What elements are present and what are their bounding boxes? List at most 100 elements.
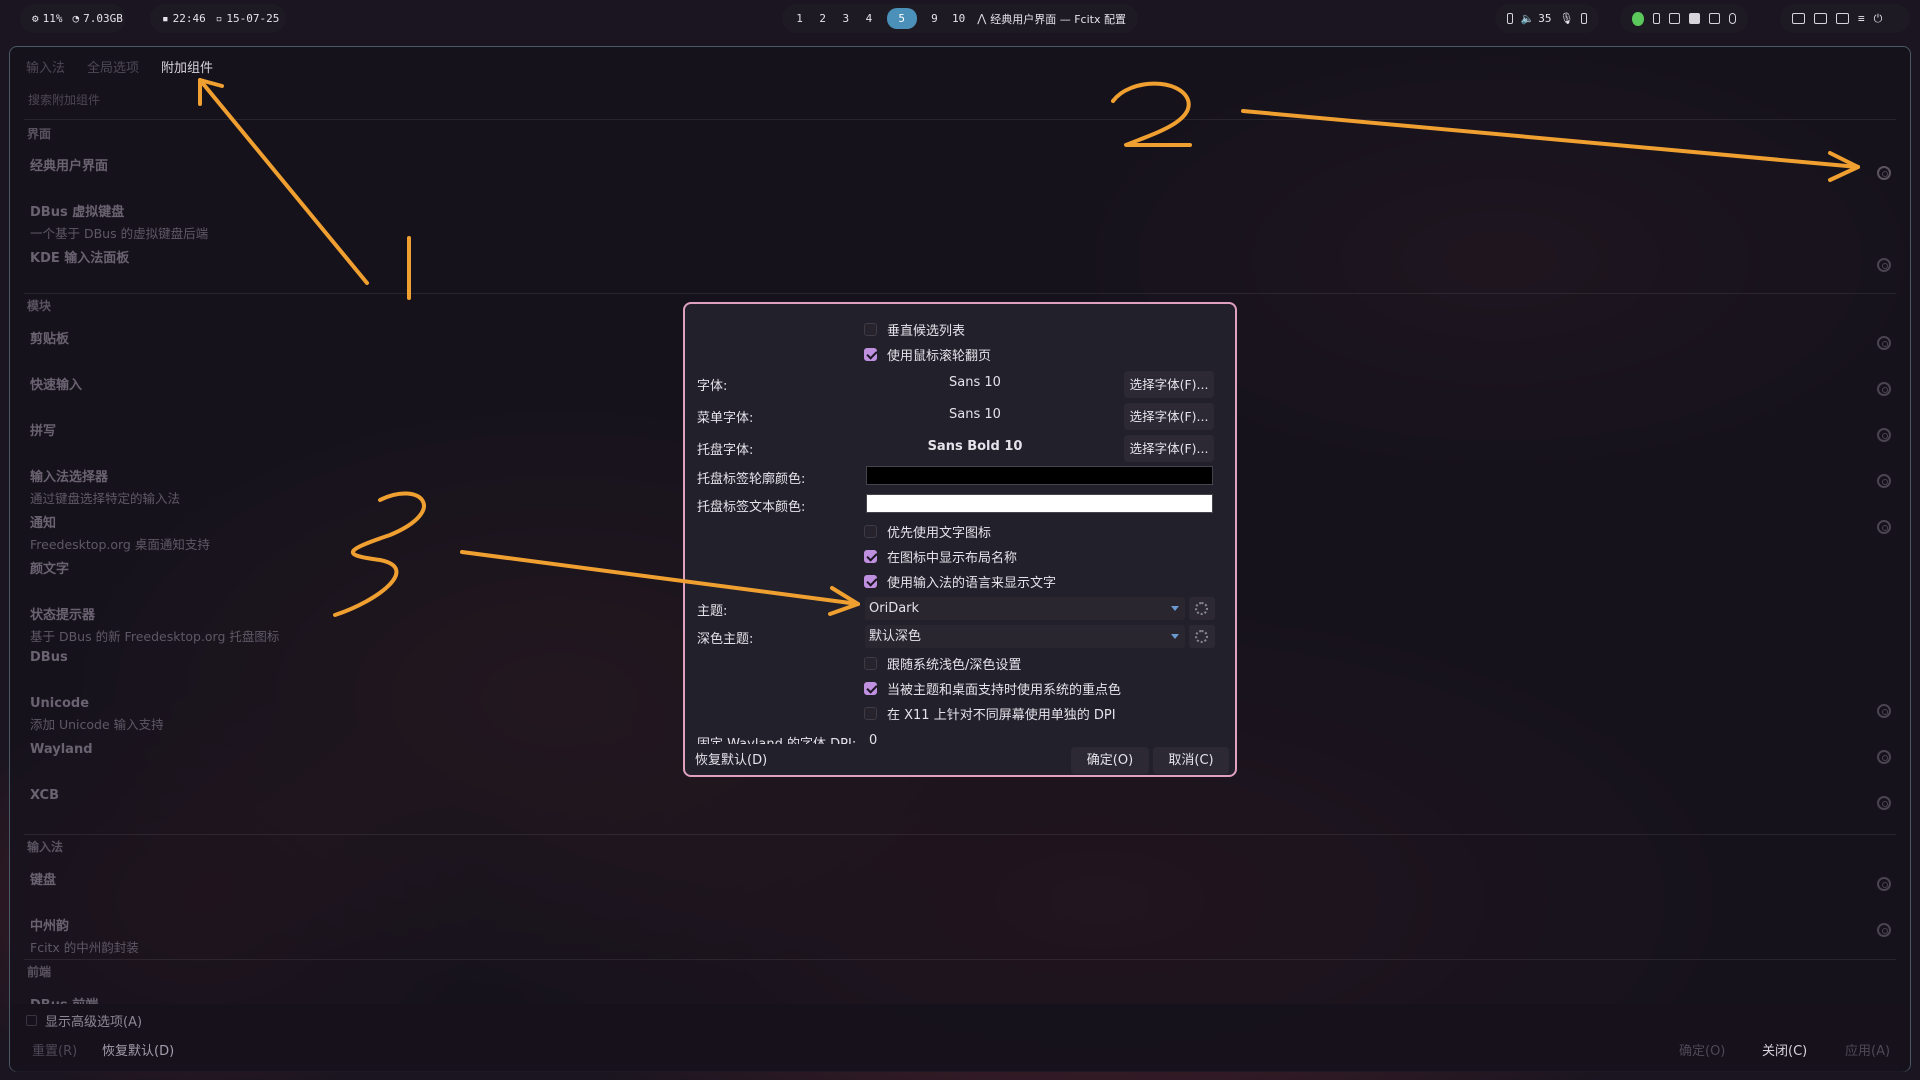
checkbox-checked[interactable] — [864, 348, 877, 361]
close-button[interactable]: 关闭(C) — [1762, 1040, 1807, 1059]
dark-theme-settings-button[interactable] — [1189, 625, 1215, 648]
configure-icon[interactable] — [1877, 166, 1891, 180]
configure-icon[interactable] — [1877, 258, 1891, 272]
workspace-2[interactable]: 2 — [817, 12, 828, 25]
cancel-button[interactable]: 取消(C) — [1153, 747, 1229, 774]
accent-color-checkbox[interactable]: 当被主题和桌面支持时使用系统的重点色 — [864, 679, 1121, 698]
checkbox[interactable] — [864, 525, 877, 538]
theme-label: 主题: — [697, 604, 728, 619]
configure-icon[interactable] — [1877, 474, 1891, 488]
checkbox[interactable] — [864, 707, 877, 720]
checkbox[interactable] — [864, 323, 877, 336]
gear-icon — [1195, 630, 1208, 643]
list-item[interactable]: DBus 虚拟键盘 一个基于 DBus 的虚拟键盘后端 — [30, 201, 208, 242]
choose-tray-font-button[interactable]: 选择字体(F)... — [1124, 435, 1214, 462]
tray-outline-color-swatch[interactable] — [866, 466, 1213, 485]
addon-search-input[interactable]: 搜索附加组件 — [28, 91, 100, 108]
prefer-text-icon-checkbox[interactable]: 优先使用文字图标 — [864, 522, 991, 541]
list-item[interactable]: XCB — [30, 788, 59, 803]
list-item[interactable]: Wayland — [30, 742, 93, 757]
list-item[interactable]: 剪贴板 — [30, 328, 69, 347]
choose-menu-font-button[interactable]: 选择字体(F)... — [1124, 403, 1214, 430]
clock[interactable]: ▪ 22:46 ▫ 15-07-25 — [150, 4, 286, 33]
power-icon[interactable]: ⏻ — [1874, 12, 1883, 26]
dark-theme-select[interactable]: 默认深色 — [865, 625, 1185, 648]
network-icon[interactable] — [1814, 13, 1827, 24]
configure-icon[interactable] — [1877, 923, 1891, 937]
configure-icon[interactable] — [1877, 382, 1891, 396]
wheel-page-checkbox[interactable]: 使用鼠标滚轮翻页 — [864, 345, 991, 364]
category-module: 模块 — [27, 299, 52, 313]
list-item[interactable]: 输入法选择器 通过键盘选择特定的输入法 — [30, 466, 180, 507]
per-screen-dpi-checkbox[interactable]: 在 X11 上针对不同屏幕使用单独的 DPI — [864, 704, 1116, 723]
workspace-4[interactable]: 4 — [863, 12, 874, 25]
wayland-dpi-spinbox[interactable]: 0 — [869, 733, 877, 744]
configure-icon[interactable] — [1877, 796, 1891, 810]
reset-button[interactable]: 重置(R) — [32, 1040, 77, 1059]
category-input-method: 输入法 — [27, 840, 64, 854]
volume-control[interactable]: 🔈 35 — [1521, 12, 1552, 25]
menu-icon[interactable]: ≡ — [1858, 12, 1865, 25]
theme-settings-button[interactable] — [1189, 597, 1215, 620]
cpu-indicator: ⚙ 11% — [32, 12, 63, 25]
checkbox[interactable] — [864, 657, 877, 670]
theme-select[interactable]: OriDark — [865, 597, 1185, 620]
checkbox[interactable] — [26, 1015, 37, 1026]
vertical-candidate-checkbox[interactable]: 垂直候选列表 — [864, 320, 965, 339]
workspace-9[interactable]: 9 — [929, 12, 940, 25]
workspace-5[interactable]: 5 — [886, 8, 917, 29]
list-item[interactable]: 拼写 — [30, 420, 56, 439]
monitor-icon[interactable] — [1668, 13, 1680, 24]
choose-font-button[interactable]: 选择字体(F)... — [1124, 371, 1214, 398]
list-item[interactable]: 中州韵 Fcitx 的中州韵封装 — [30, 915, 139, 956]
wechat-icon[interactable] — [1632, 11, 1644, 26]
list-item[interactable]: DBus — [30, 650, 68, 665]
workspace-1[interactable]: 1 — [794, 12, 805, 25]
list-item[interactable]: Unicode 添加 Unicode 输入支持 — [30, 696, 164, 733]
ok-button[interactable]: 确定(O) — [1679, 1040, 1725, 1059]
configure-icon[interactable] — [1877, 704, 1891, 718]
list-item[interactable]: 颜文字 — [30, 558, 69, 577]
list-item[interactable]: 快速输入 — [30, 374, 82, 393]
phone-icon[interactable] — [1652, 13, 1660, 24]
list-item[interactable]: 键盘 — [30, 869, 56, 888]
play-icon[interactable] — [1688, 13, 1700, 24]
tab-addons[interactable]: 附加组件 — [161, 57, 213, 76]
show-advanced-checkbox[interactable]: 显示高级选项(A) — [26, 1011, 142, 1030]
configure-icon[interactable] — [1877, 877, 1891, 891]
list-item[interactable]: DBus 前端 — [30, 994, 98, 1004]
input-method-icon[interactable] — [1708, 13, 1721, 24]
time-value: 22:46 — [172, 12, 206, 25]
divider — [24, 959, 1896, 960]
tab-global-options[interactable]: 全局选项 — [87, 57, 139, 76]
use-im-language-checkbox[interactable]: 使用输入法的语言来显示文字 — [864, 572, 1056, 591]
tray-text-color-swatch[interactable] — [866, 494, 1213, 513]
window-icon[interactable] — [1792, 13, 1805, 24]
tab-input-method[interactable]: 输入法 — [26, 57, 65, 76]
workspace-3[interactable]: 3 — [840, 12, 851, 25]
list-item[interactable]: 经典用户界面 — [30, 155, 108, 174]
restore-default-button[interactable]: 恢复默认(D) — [695, 747, 775, 774]
checkbox-checked[interactable] — [864, 575, 877, 588]
checkbox-checked[interactable] — [864, 682, 877, 695]
configure-icon[interactable] — [1877, 428, 1891, 442]
list-item[interactable]: 状态提示器 基于 DBus 的新 Freedesktop.org 托盘图标 — [30, 604, 279, 645]
footer — [10, 1004, 1910, 1072]
checkbox-checked[interactable] — [864, 550, 877, 563]
copy-icon[interactable] — [1836, 13, 1849, 24]
follow-system-checkbox[interactable]: 跟随系统浅色/深色设置 — [864, 654, 1021, 673]
screen-icon[interactable] — [1507, 13, 1513, 24]
list-item[interactable]: 通知 Freedesktop.org 桌面通知支持 — [30, 512, 210, 553]
show-layout-name-checkbox[interactable]: 在图标中显示布局名称 — [864, 547, 1017, 566]
restore-defaults-button[interactable]: 恢复默认(D) — [102, 1040, 174, 1059]
configure-icon[interactable] — [1877, 520, 1891, 534]
configure-icon[interactable] — [1877, 750, 1891, 764]
configure-icon[interactable] — [1877, 336, 1891, 350]
keyboard-icon[interactable] — [1581, 13, 1587, 24]
microphone-icon[interactable]: 🎙 — [1559, 12, 1573, 25]
apply-button[interactable]: 应用(A) — [1845, 1040, 1890, 1059]
workspace-10[interactable]: 10 — [952, 12, 965, 25]
ok-button[interactable]: 确定(O) — [1071, 747, 1149, 774]
list-item[interactable]: KDE 输入法面板 — [30, 247, 129, 266]
mouse-icon[interactable] — [1729, 13, 1737, 24]
